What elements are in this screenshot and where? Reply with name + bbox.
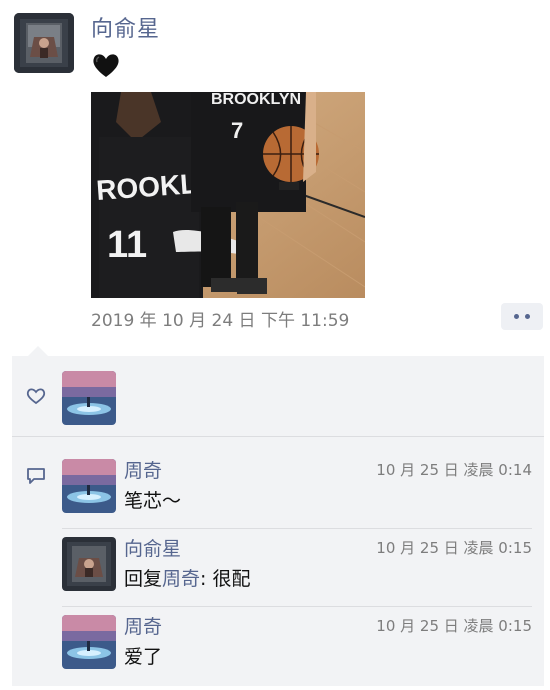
commenter-avatar[interactable]: [62, 459, 116, 513]
author-name[interactable]: 向俞星: [91, 11, 160, 43]
comment-divider: [62, 606, 532, 607]
comment-item[interactable]: 周奇 10 月 25 日 凌晨 0:14 笔芯～: [62, 459, 532, 523]
moments-post: 向俞星 ROOKLYN 11 BROOKLYN 7 2019 年 10 月 24…: [0, 0, 550, 690]
likes-divider: [12, 436, 544, 437]
author-avatar[interactable]: [14, 13, 74, 73]
commenter-avatar[interactable]: [62, 615, 116, 669]
commenter-avatar-image: [62, 615, 116, 669]
heart-outline-icon: [26, 388, 46, 405]
author-avatar-image: [14, 13, 74, 73]
comment-timestamp: 10 月 25 日 凌晨 0:15: [376, 617, 532, 635]
black-heart-emoji: [93, 54, 119, 77]
post-photo-image: ROOKLYN 11 BROOKLYN 7: [91, 92, 365, 298]
reply-prefix: 回复: [124, 568, 163, 590]
comment-divider: [62, 528, 532, 529]
commenter-name[interactable]: 周奇: [124, 612, 162, 639]
comment-item[interactable]: 周奇 10 月 25 日 凌晨 0:15 爱了: [62, 615, 532, 679]
commenter-name[interactable]: 周奇: [124, 456, 162, 483]
comment-bubble-icon: [27, 468, 45, 484]
comment-text: 笔芯～: [124, 490, 182, 512]
reply-text: : 很配: [200, 568, 251, 590]
commenter-avatar[interactable]: [62, 537, 116, 591]
more-actions-button[interactable]: [501, 303, 543, 330]
reply-target-name[interactable]: 周奇: [162, 568, 200, 590]
comment-timestamp: 10 月 25 日 凌晨 0:14: [376, 461, 532, 479]
post-timestamp: 2019 年 10 月 24 日 下午 11:59: [91, 311, 350, 331]
like-user-avatar[interactable]: [62, 371, 116, 425]
like-avatar-image: [62, 371, 116, 425]
post-photo[interactable]: ROOKLYN 11 BROOKLYN 7: [91, 92, 365, 298]
svg-text:11: 11: [107, 224, 147, 266]
more-dot-icon: [514, 314, 519, 319]
svg-text:BROOKLYN: BROOKLYN: [211, 92, 301, 108]
commenter-avatar-image: [62, 459, 116, 513]
commenter-avatar-image: [62, 537, 116, 591]
commenter-name[interactable]: 向俞星: [124, 534, 181, 561]
panel-notch: [28, 346, 48, 356]
comment-text: 爱了: [124, 646, 163, 668]
more-dot-icon: [525, 314, 530, 319]
comment-text: 回复周奇: 很配: [124, 564, 250, 591]
svg-text:7: 7: [231, 118, 243, 143]
comment-item[interactable]: 向俞星 10 月 25 日 凌晨 0:15 回复周奇: 很配: [62, 537, 532, 601]
comment-timestamp: 10 月 25 日 凌晨 0:15: [376, 539, 532, 557]
